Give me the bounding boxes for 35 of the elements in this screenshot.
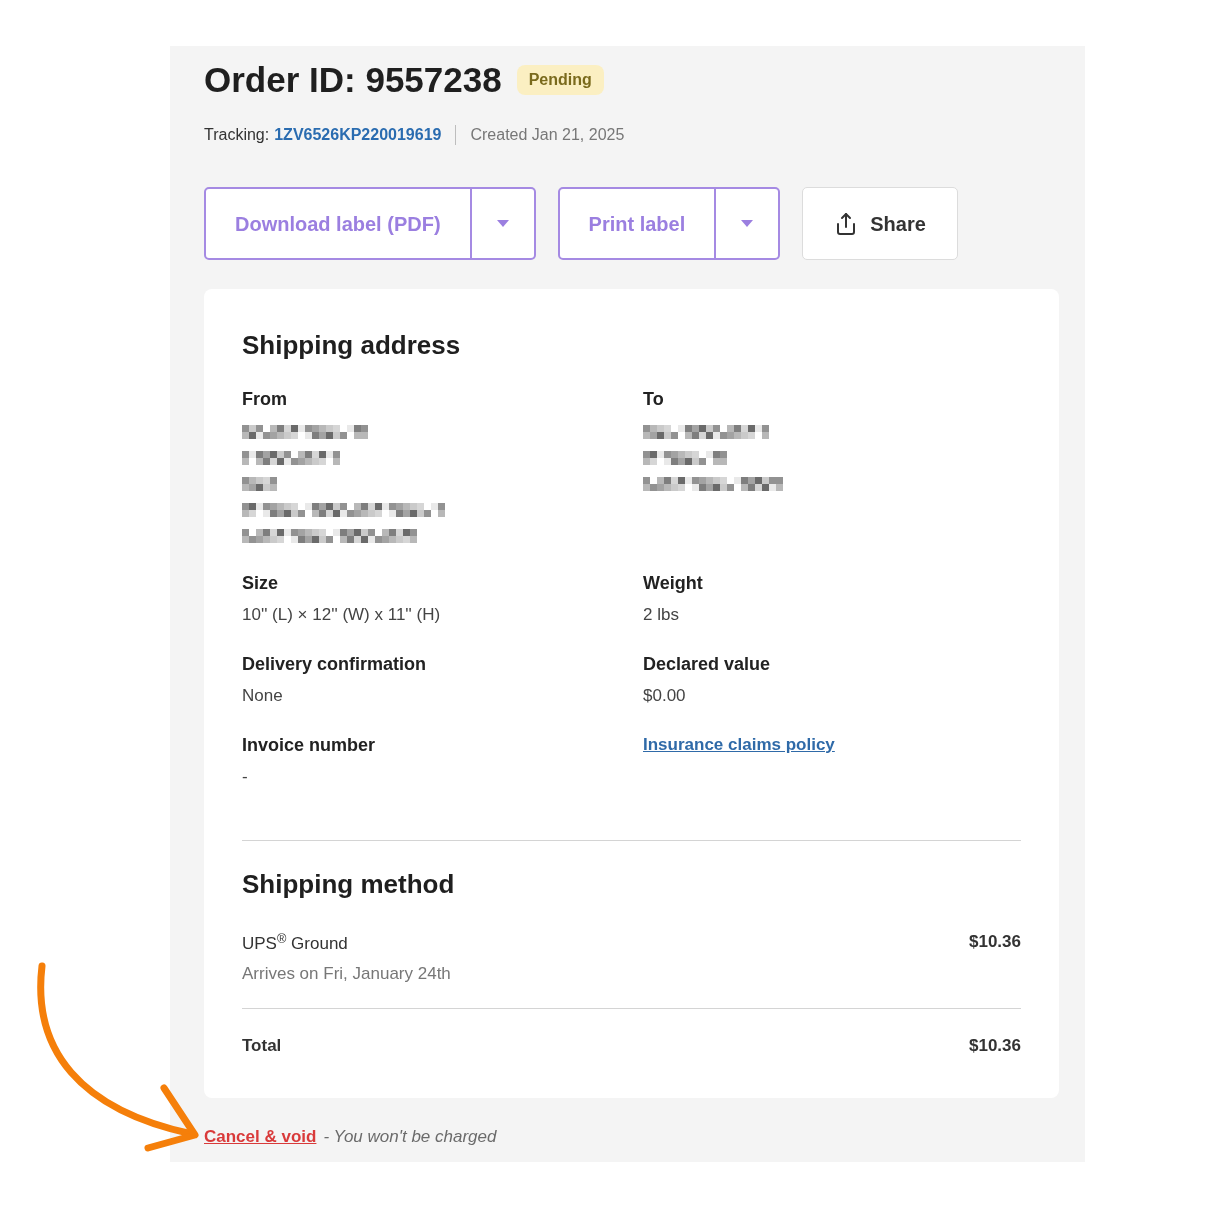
label-button[interactable]: Print label: [557, 187, 717, 260]
field-value: 2 lbs: [643, 605, 679, 625]
dropdown-button[interactable]: [716, 187, 781, 260]
pixelated-text: [242, 477, 277, 491]
order-title: Order ID: 9557238: [204, 61, 502, 99]
field-value: 10'' (L) × 12'' (W) x 11'' (H): [242, 605, 441, 625]
tracking-label: Tracking:: [204, 125, 270, 145]
shipping-service: UPS$^{®}$ Ground: [242, 934, 348, 954]
section-heading: Shipping address: [242, 330, 461, 360]
created-date: Created Jan 21, 2025: [470, 125, 625, 145]
caret-icon: [741, 220, 754, 227]
address-label: From: [242, 389, 287, 409]
label-button[interactable]: Download label (PDF): [204, 187, 472, 260]
insurance-policy-link[interactable]: Insurance claims policy: [643, 735, 835, 755]
total-amount: $10.36: [969, 1036, 1021, 1056]
field-value: -: [242, 767, 248, 787]
shipping-price: $10.36: [969, 932, 1021, 952]
caret-icon: [496, 220, 509, 227]
delivery-estimate: Arrives on Fri, January 24th: [242, 964, 451, 984]
tracking-number-link[interactable]: 1ZV6526KP220019619: [274, 125, 442, 145]
total-label: Total: [242, 1036, 282, 1056]
address-label: To: [643, 389, 664, 409]
field-label: Invoice number: [242, 735, 376, 755]
dropdown-button[interactable]: [471, 187, 536, 260]
field-label: Size: [242, 573, 279, 593]
cancel-void-link[interactable]: Cancel & void: [204, 1127, 317, 1147]
field-value: $0.00: [643, 686, 686, 706]
cancel-note: - You won't be charged: [323, 1127, 497, 1147]
field-value: None: [242, 686, 283, 706]
field-label: Delivery confirmation: [242, 654, 427, 674]
field-label: Declared value: [643, 654, 771, 674]
section-heading: Shipping method: [242, 869, 455, 899]
share-button[interactable]: Share: [802, 187, 958, 260]
field-label: Weight: [643, 573, 703, 593]
status-badge: Pending: [516, 65, 604, 95]
